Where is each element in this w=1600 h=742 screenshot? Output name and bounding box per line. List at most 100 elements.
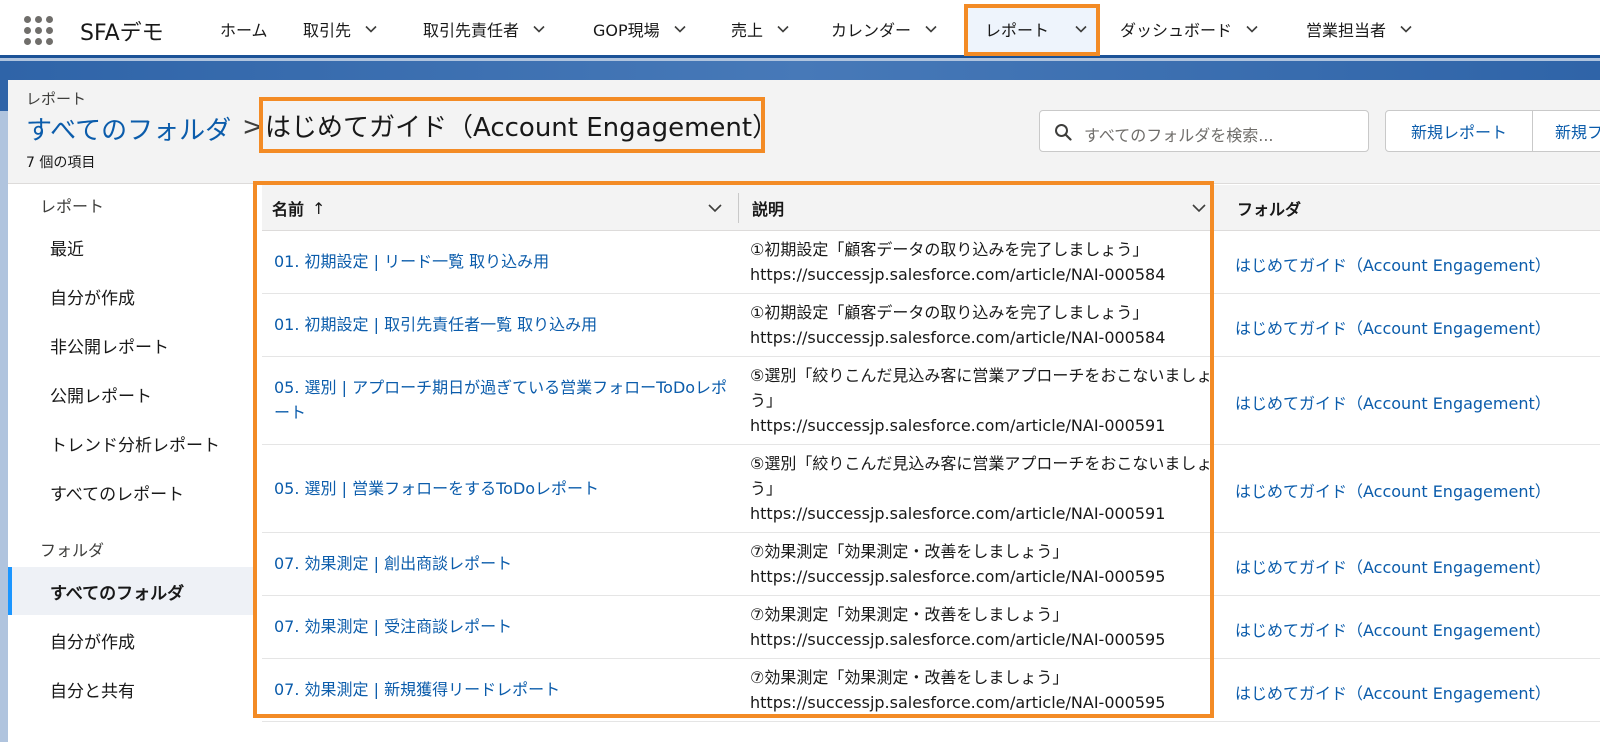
- chevron-down-icon[interactable]: [1075, 23, 1087, 35]
- sidebar-item-public-reports[interactable]: 公開レポート: [8, 370, 254, 418]
- page-title: はじめてガイド（Account Engagement）: [265, 113, 779, 143]
- report-description: ⑤選別「絞りこんだ見込み客に営業アプローチをおこないましょう」 https://…: [750, 451, 1220, 526]
- nav-label: 営業担当者: [1306, 21, 1387, 40]
- page-header: レポート すべてのフォルダ > はじめてガイド（Account Engageme…: [8, 80, 1600, 184]
- sidebar-item-all-reports[interactable]: すべてのレポート: [8, 468, 254, 516]
- report-description: ①初期設定「顧客データの取り込みを完了しましょう」 https://succes…: [750, 237, 1220, 287]
- folder-link[interactable]: はじめてガイド（Account Engagement）: [1235, 252, 1600, 276]
- nav-item-contacts[interactable]: 取引先責任者: [423, 0, 545, 58]
- report-name-link[interactable]: 01. 初期設定 | リード一覧 取り込み用: [274, 249, 736, 274]
- folder-link[interactable]: はじめてガイド（Account Engagement）: [1235, 315, 1600, 339]
- reports-table: 名前 ↑ 説明 フォルダ 01. 初期設定 | リード一覧 取り込み用 ①初期設…: [262, 185, 1600, 742]
- description-url: https://successjp.salesforce.com/article…: [750, 567, 1166, 586]
- sidebar-heading-reports: レポート: [40, 197, 105, 216]
- new-folder-button[interactable]: 新規フ: [1532, 110, 1600, 152]
- sidebar-item-shared-with-me[interactable]: 自分と共有: [8, 665, 254, 713]
- report-description: ⑦効果測定「効果測定・改善をしましょう」 https://successjp.s…: [750, 602, 1220, 652]
- report-name-link[interactable]: 07. 効果測定 | 創出商談レポート: [274, 551, 736, 576]
- sidebar-item-trend-reports[interactable]: トレンド分析レポート: [8, 419, 254, 467]
- chevron-down-icon[interactable]: [533, 23, 545, 35]
- nav-label: ダッシュボード: [1120, 21, 1233, 40]
- folder-link[interactable]: はじめてガイド（Account Engagement）: [1235, 554, 1600, 578]
- nav-label: 取引先: [303, 21, 352, 40]
- nav-item-calendar[interactable]: カレンダー: [831, 0, 937, 58]
- description-url: https://successjp.salesforce.com/article…: [750, 265, 1166, 284]
- report-description: ⑦効果測定「効果測定・改善をしましょう」 https://successjp.s…: [750, 665, 1220, 715]
- table-row: 01. 初期設定 | 取引先責任者一覧 取り込み用 ①初期設定「顧客データの取り…: [262, 294, 1600, 357]
- report-name-link[interactable]: 01. 初期設定 | 取引先責任者一覧 取り込み用: [274, 312, 736, 337]
- top-nav: SFAデモ ホーム 取引先 取引先責任者 GOP現場 売上 カレンダー レポート…: [0, 0, 1600, 58]
- description-line: ①初期設定「顧客データの取り込みを完了しましょう」: [750, 240, 1149, 259]
- breadcrumb-all-folders[interactable]: すべてのフォルダ: [26, 110, 231, 147]
- table-row: 05. 選別 | 営業フォローをするToDoレポート ⑤選別「絞りこんだ見込み客…: [262, 445, 1600, 533]
- column-header-description[interactable]: 説明: [752, 185, 784, 231]
- app-launcher-icon[interactable]: [24, 16, 54, 46]
- table-row: 07. 効果測定 | 受注商談レポート ⑦効果測定「効果測定・改善をしましょう」…: [262, 596, 1600, 659]
- new-report-button[interactable]: 新規レポート: [1385, 110, 1533, 152]
- section-label: レポート: [26, 90, 87, 108]
- nav-label: 取引先責任者: [423, 21, 520, 40]
- sidebar-item-all-folders[interactable]: すべてのフォルダ: [8, 567, 254, 615]
- description-line: ⑦効果測定「効果測定・改善をしましょう」: [750, 668, 1069, 687]
- sidebar-item-recent[interactable]: 最近: [8, 223, 254, 271]
- description-url: https://successjp.salesforce.com/article…: [750, 630, 1166, 649]
- report-name-link[interactable]: 05. 選別 | 営業フォローをするToDoレポート: [274, 476, 736, 501]
- nav-item-gop[interactable]: GOP現場: [593, 0, 686, 58]
- table-row: 07. 効果測定 | 新規獲得リードレポート ⑦効果測定「効果測定・改善をしまし…: [262, 659, 1600, 722]
- table-row: 01. 初期設定 | リード一覧 取り込み用 ①初期設定「顧客データの取り込みを…: [262, 231, 1600, 294]
- report-description: ①初期設定「顧客データの取り込みを完了しましょう」 https://succes…: [750, 300, 1220, 350]
- nav-item-dashboards[interactable]: ダッシュボード: [1120, 0, 1258, 58]
- app-name: SFAデモ: [80, 21, 164, 46]
- chevron-down-icon[interactable]: [925, 23, 937, 35]
- report-name-link[interactable]: 07. 効果測定 | 新規獲得リードレポート: [274, 677, 736, 702]
- description-url: https://successjp.salesforce.com/article…: [750, 504, 1166, 523]
- description-line: ⑤選別「絞りこんだ見込み客に営業アプローチをおこないましょう」: [750, 366, 1213, 410]
- folder-link[interactable]: はじめてガイド（Account Engagement）: [1235, 478, 1600, 502]
- nav-item-accounts[interactable]: 取引先: [303, 0, 377, 58]
- report-name-link[interactable]: 05. 選別 | アプローチ期日が過ぎている営業フォローToDoレポート: [274, 375, 736, 425]
- table-row: 07. 効果測定 | 創出商談レポート ⑦効果測定「効果測定・改善をしましょう」…: [262, 533, 1600, 596]
- chevron-down-icon[interactable]: [674, 23, 686, 35]
- sidebar: レポート 最近 自分が作成 非公開レポート 公開レポート トレンド分析レポート …: [8, 185, 254, 742]
- nav-item-home[interactable]: ホーム: [220, 0, 268, 58]
- table-row: 05. 選別 | アプローチ期日が過ぎている営業フォローToDoレポート ⑤選別…: [262, 357, 1600, 445]
- report-description: ⑤選別「絞りこんだ見込み客に営業アプローチをおこないましょう」 https://…: [750, 363, 1220, 438]
- chevron-down-icon[interactable]: [777, 23, 789, 35]
- item-count: 7 個の項目: [26, 155, 96, 171]
- search-input[interactable]: すべてのフォルダを検索...: [1039, 110, 1369, 152]
- nav-label: レポート: [985, 21, 1050, 40]
- column-header-folder[interactable]: フォルダ: [1237, 185, 1301, 231]
- chevron-down-icon[interactable]: [365, 23, 377, 35]
- nav-item-sales-reps[interactable]: 営業担当者: [1306, 0, 1412, 58]
- chevron-down-icon[interactable]: [1192, 202, 1206, 214]
- report-name-link[interactable]: 07. 効果測定 | 受注商談レポート: [274, 614, 736, 639]
- folder-link[interactable]: はじめてガイド（Account Engagement）: [1235, 390, 1600, 414]
- nav-label: GOP現場: [593, 21, 660, 40]
- nav-item-sales[interactable]: 売上: [731, 0, 789, 58]
- column-header-name[interactable]: 名前 ↑: [272, 185, 325, 231]
- description-line: ①初期設定「顧客データの取り込みを完了しましょう」: [750, 303, 1149, 322]
- sort-arrow-icon: ↑: [312, 198, 326, 218]
- column-label: 説明: [752, 200, 785, 219]
- search-placeholder: すべてのフォルダを検索...: [1084, 126, 1274, 145]
- reports-card: レポート すべてのフォルダ > はじめてガイド（Account Engageme…: [8, 80, 1600, 742]
- column-divider[interactable]: [738, 193, 739, 223]
- chevron-down-icon[interactable]: [1400, 23, 1412, 35]
- chevron-down-icon[interactable]: [1246, 23, 1258, 35]
- column-label: 名前: [272, 200, 305, 219]
- nav-label: 売上: [731, 21, 764, 40]
- sidebar-item-created-by-me[interactable]: 自分が作成: [8, 272, 254, 320]
- folder-link[interactable]: はじめてガイド（Account Engagement）: [1235, 617, 1600, 641]
- description-url: https://successjp.salesforce.com/article…: [750, 693, 1166, 712]
- sidebar-item-private-reports[interactable]: 非公開レポート: [8, 321, 254, 369]
- description-line: ⑦効果測定「効果測定・改善をしましょう」: [750, 542, 1069, 561]
- nav-item-reports[interactable]: レポート: [985, 0, 1087, 58]
- column-label: フォルダ: [1237, 200, 1302, 219]
- table-header: 名前 ↑ 説明 フォルダ: [262, 185, 1600, 231]
- chevron-down-icon[interactable]: [708, 202, 722, 214]
- search-icon: [1055, 124, 1072, 141]
- description-line: ⑤選別「絞りこんだ見込み客に営業アプローチをおこないましょう」: [750, 454, 1213, 498]
- nav-label: ホーム: [220, 21, 268, 40]
- sidebar-item-folders-created-by-me[interactable]: 自分が作成: [8, 616, 254, 664]
- folder-link[interactable]: はじめてガイド（Account Engagement）: [1235, 680, 1600, 704]
